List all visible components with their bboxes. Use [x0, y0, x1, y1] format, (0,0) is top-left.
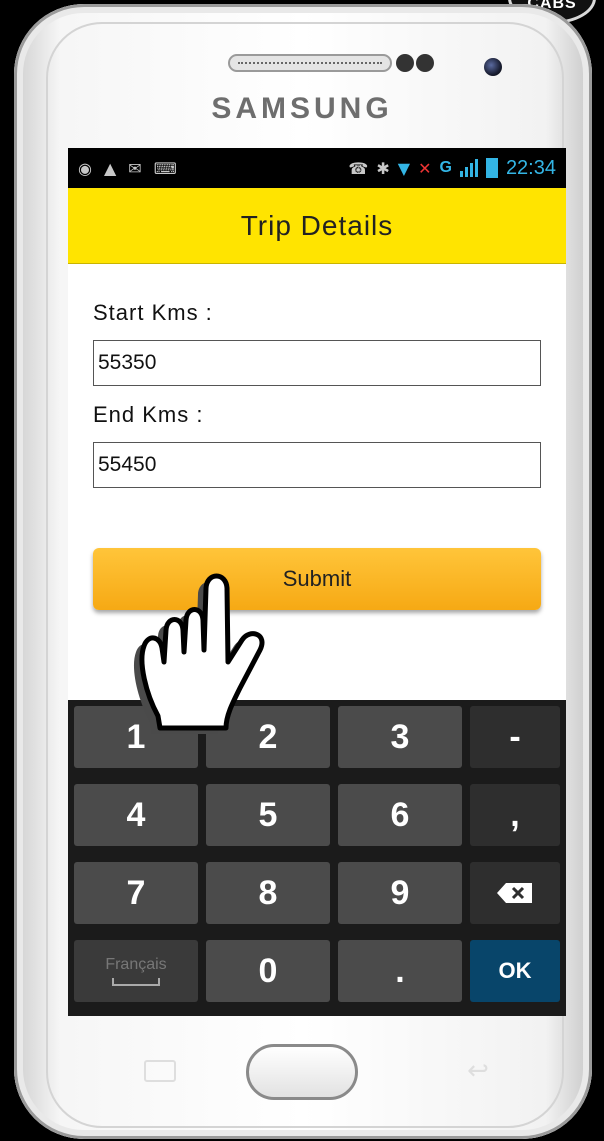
key-4[interactable]: 4 [74, 784, 198, 846]
nfc-icon: ☎ [348, 158, 369, 178]
key-dot[interactable]: . [338, 940, 462, 1002]
key-language-label: Français [105, 956, 167, 973]
signal-icon [459, 159, 478, 177]
key-9[interactable]: 9 [338, 862, 462, 924]
end-kms-label: End Kms : [93, 402, 204, 427]
key-8[interactable]: 8 [206, 862, 330, 924]
key-5[interactable]: 5 [206, 784, 330, 846]
key-7[interactable]: 7 [74, 862, 198, 924]
back-key[interactable]: ↩ [458, 1058, 498, 1084]
mail-icon: ✉ [128, 158, 142, 178]
trip-form: Start Kms : End Kms : [68, 264, 566, 504]
page-title: Trip Details [240, 209, 394, 241]
key-language[interactable]: Français [74, 940, 198, 1002]
app-header: Trip Details [68, 188, 566, 264]
light-sensor [416, 54, 434, 72]
wifi-icon: ▼ [397, 158, 411, 178]
key-comma[interactable]: , [470, 784, 560, 846]
backspace-icon [497, 883, 532, 903]
start-kms-input[interactable] [93, 340, 541, 386]
bluetooth-icon: ✱ [376, 158, 390, 178]
key-3[interactable]: 3 [338, 706, 462, 768]
key-6[interactable]: 6 [338, 784, 462, 846]
no-data-icon: ✕ [418, 158, 432, 178]
status-bar: ◉ ▲ ✉ ⌨ ☎ ✱ ▼ ✕ G 22:34 [68, 148, 566, 188]
pointer-hand-icon [133, 573, 265, 734]
numeric-keyboard: 1 2 3 - 4 5 6 , 7 8 9 Français 0 . OK [68, 700, 566, 1016]
keyboard-notification-icon: ⌨ [153, 158, 177, 178]
menu-key[interactable] [144, 1060, 176, 1082]
home-button[interactable] [246, 1044, 358, 1100]
start-kms-label: Start Kms : [93, 300, 213, 325]
back-icon: ↩ [467, 1056, 489, 1086]
key-backspace[interactable] [470, 862, 560, 924]
key-ok[interactable]: OK [470, 940, 560, 1002]
network-type: G [439, 159, 452, 176]
key-0[interactable]: 0 [206, 940, 330, 1002]
battery-icon [485, 158, 498, 178]
clock: 22:34 [505, 156, 556, 179]
front-camera [484, 58, 502, 76]
browser-notification-icon: ◉ [78, 158, 92, 178]
earpiece-speaker [228, 54, 392, 72]
end-kms-input[interactable] [93, 442, 541, 488]
warning-icon: ▲ [103, 158, 117, 178]
key-dash[interactable]: - [470, 706, 560, 768]
device-brand: SAMSUNG [211, 92, 393, 125]
proximity-sensor [396, 54, 414, 72]
